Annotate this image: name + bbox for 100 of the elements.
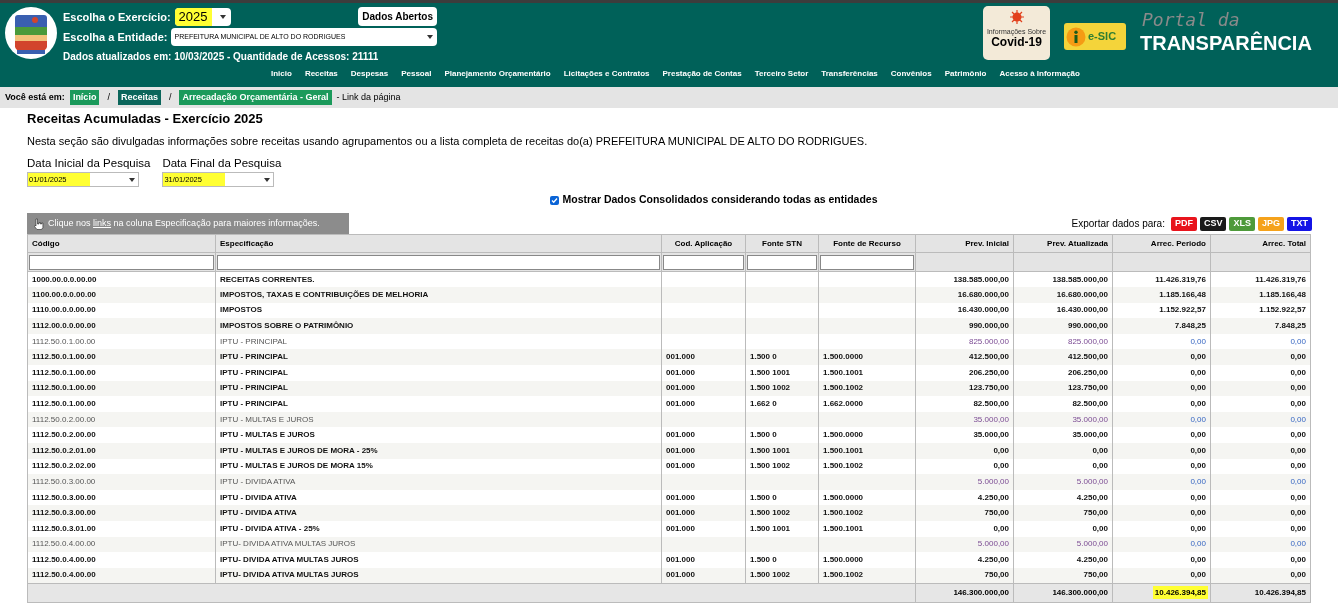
- table-cell: 0,00: [1290, 336, 1306, 346]
- table-cell: 1112.50.0.2.01.00: [32, 445, 96, 455]
- year-select[interactable]: 2025: [174, 7, 231, 26]
- table-cell: IPTU- DIVIDA ATIVA MULTAS JUROS: [220, 555, 359, 564]
- table-cell: 1.500.1001: [823, 367, 864, 377]
- column-filter-field[interactable]: [747, 254, 817, 270]
- table-cell: 1.152.922,57: [1159, 305, 1206, 315]
- nav-link[interactable]: Inicio: [271, 68, 292, 80]
- table-cell: 0,00: [1290, 430, 1306, 440]
- table-cell: 001.000: [666, 570, 695, 580]
- table-cell: 1.662 0: [750, 399, 777, 409]
- breadcrumb-separator: /: [168, 90, 172, 104]
- table-cell: 0,00: [993, 523, 1009, 533]
- table-cell: 990.000,00: [968, 321, 1009, 331]
- table-cell: 001.000: [666, 430, 695, 440]
- table-cell: 0,00: [1190, 570, 1206, 580]
- breadcrumb-link[interactable]: Arrecadação Orçamentária - Geral: [179, 90, 332, 105]
- date-label: Data Final da Pesquisa: [162, 156, 282, 171]
- year-label: Escolha o Exercício:: [63, 9, 171, 25]
- table-cell: 35.000,00: [973, 430, 1009, 440]
- table-cell: IPTU - DIVIDA ATIVA: [220, 508, 297, 518]
- table-cell: 1.500 1001: [750, 523, 791, 533]
- table-cell: 16.680.000,00: [1056, 289, 1108, 299]
- nav-link[interactable]: Transferências: [821, 68, 878, 80]
- export-format-button[interactable]: TXT: [1287, 216, 1312, 231]
- column-filter-field[interactable]: [29, 254, 214, 270]
- export-format-button[interactable]: XLS: [1229, 216, 1255, 231]
- column-header: Código: [27, 234, 216, 253]
- table-cell: 750,00: [1083, 508, 1108, 518]
- table-cell: IPTU - MULTAS E JUROS DE MORA - 25%: [220, 445, 378, 455]
- table-cell: 001.000: [666, 445, 695, 455]
- table-cell: 0,00: [1190, 461, 1206, 471]
- table-cell: 990.000,00: [1067, 321, 1108, 331]
- table-cell: RECEITAS CORRENTES.: [220, 274, 315, 284]
- table-cell: 0,00: [1290, 477, 1306, 486]
- table-cell: 1.500 0: [750, 430, 777, 440]
- table-cell: 16.430.000,00: [1056, 305, 1108, 315]
- column-header: Especificação: [215, 234, 662, 253]
- nav-link[interactable]: Licitações e Contratos: [563, 68, 650, 80]
- table-cell: IPTU - PRINCIPAL: [220, 383, 288, 393]
- table-cell: 82.500,00: [973, 399, 1009, 409]
- specification-link[interactable]: IPTU - DIVIDA ATIVA: [220, 477, 296, 486]
- column-filter-field[interactable]: [217, 254, 660, 270]
- nav-link[interactable]: Convênios: [890, 68, 932, 80]
- table-cell: 0,00: [1190, 555, 1206, 564]
- table-cell: 0,00: [993, 445, 1009, 455]
- table-cell: 0,00: [1190, 399, 1206, 409]
- table-cell: 0,00: [1190, 367, 1206, 377]
- table-cell: 1112.50.0.1.00.00: [32, 383, 96, 393]
- table-cell: 16.680.000,00: [957, 289, 1009, 299]
- nav-link[interactable]: Planejamento Orçamentário: [444, 68, 551, 80]
- esic-badge[interactable]: e-SIC: [1064, 23, 1126, 50]
- table-cell: 11.426.319,76: [1255, 274, 1306, 284]
- update-info: Dados atualizados em: 10/03/2025 - Quantidade de Acessos: 21111: [63, 50, 380, 64]
- table-cell: 5.000,00: [977, 477, 1009, 486]
- table-cell: 1.500 1002: [750, 508, 791, 518]
- column-header: Prev. Atualizada: [1013, 234, 1113, 253]
- table-cell: 1112.50.0.3.00.00: [32, 477, 96, 486]
- column-header: Arrec. Periodo: [1112, 234, 1211, 253]
- table-cell: 1112.50.0.3.00.00: [32, 492, 96, 502]
- nav-link[interactable]: Terceiro Setor: [754, 68, 809, 80]
- table-cell: 0,00: [1190, 336, 1206, 346]
- table-cell: IMPOSTOS: [220, 305, 263, 315]
- nav-link[interactable]: Prestação de Contas: [662, 68, 742, 80]
- page-link[interactable]: - Link da página: [336, 90, 401, 105]
- nav-link[interactable]: Patrimônio: [944, 68, 987, 80]
- specification-link[interactable]: IPTU - MULTAS E JUROS: [220, 414, 314, 424]
- pointing-hand-icon: [33, 217, 44, 230]
- checkmark-icon: [551, 196, 559, 204]
- table-cell: 412.500,00: [1067, 352, 1108, 362]
- table-cell: IMPOSTOS SOBRE O PATRIMÔNIO: [220, 321, 354, 331]
- table-cell: IPTU - PRINCIPAL: [220, 352, 288, 362]
- table-cell: 4.250,00: [977, 555, 1009, 564]
- specification-link[interactable]: IPTU - PRINCIPAL: [220, 336, 287, 346]
- table-cell: 825.000,00: [1067, 336, 1108, 346]
- table-cell: 1.500.1002: [823, 570, 864, 580]
- hint-text: Clique nos links na coluna Especificação para maiores informações.: [48, 216, 320, 230]
- table-cell: 82.500,00: [1072, 399, 1108, 409]
- table-cell: 0,00: [1290, 352, 1306, 362]
- table-cell: 0,00: [1190, 477, 1206, 486]
- nav-link[interactable]: Receitas: [304, 68, 338, 80]
- export-format-button[interactable]: PDF: [1170, 216, 1197, 231]
- table-cell: 1112.50.0.3.00.00: [32, 508, 96, 518]
- breadcrumb-link[interactable]: Início: [69, 90, 100, 105]
- nav-link[interactable]: Acesso à Informação: [999, 68, 1080, 80]
- column-filter-field[interactable]: [663, 254, 744, 270]
- table-cell: 0,00: [1290, 461, 1306, 471]
- table-cell: 4.250,00: [977, 492, 1009, 502]
- open-data-button[interactable]: Dados Abertos: [358, 7, 437, 27]
- export-format-button[interactable]: CSV: [1199, 216, 1227, 231]
- table-cell: 001.000: [666, 508, 695, 518]
- consolidated-checkbox[interactable]: [550, 195, 560, 205]
- specification-link[interactable]: IPTU- DIVIDA ATIVA MULTAS JUROS: [220, 539, 356, 549]
- column-filter-field[interactable]: [820, 254, 914, 270]
- breadcrumb-link[interactable]: Receitas: [117, 90, 161, 105]
- nav-link[interactable]: Despesas: [350, 68, 389, 80]
- table-cell: 1.500 1002: [750, 383, 791, 393]
- table-cell: 0,00: [1290, 367, 1306, 377]
- table-cell: 001.000: [666, 367, 695, 377]
- nav-link[interactable]: Pessoal: [401, 68, 432, 80]
